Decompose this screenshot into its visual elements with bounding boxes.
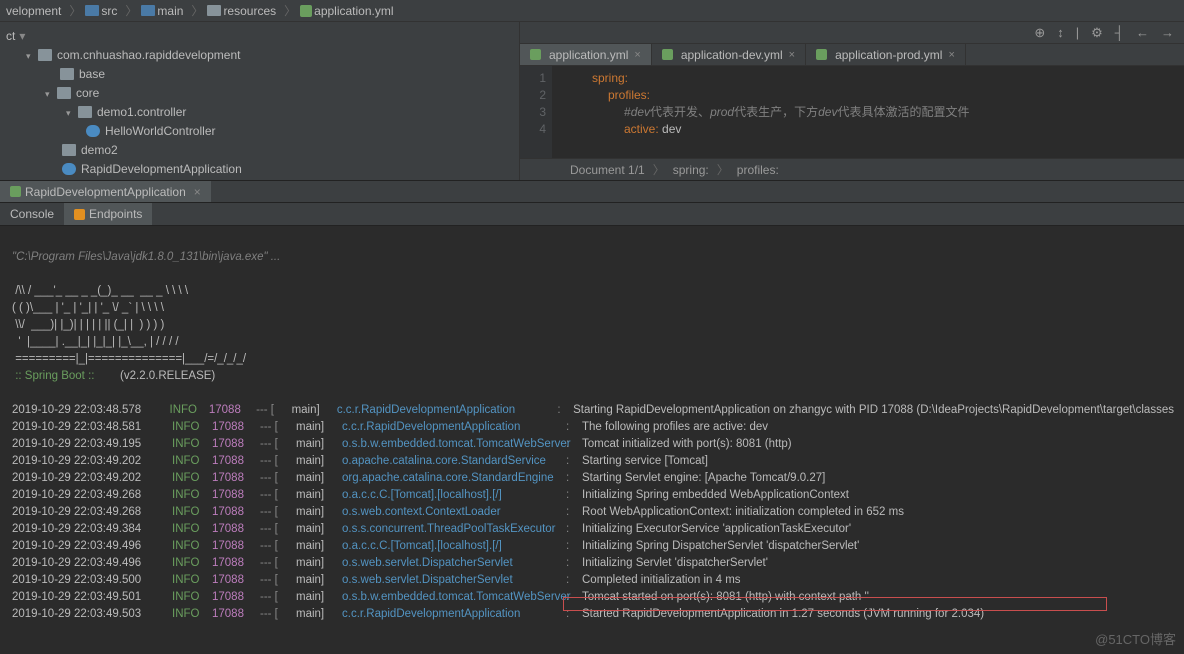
- bc-item[interactable]: src: [85, 4, 119, 18]
- chevron-down-icon[interactable]: ▾: [66, 108, 74, 116]
- close-icon[interactable]: ×: [634, 49, 640, 61]
- folder-icon: [85, 5, 99, 16]
- log-line: 2019-10-29 22:03:49.202INFO17088--- [mai…: [12, 453, 1174, 470]
- tree-item[interactable]: demo2: [81, 143, 118, 157]
- editor-tabs: application.yml× application-dev.yml× ap…: [520, 44, 1184, 66]
- code-lines[interactable]: spring: profiles: #dev代表开发、prod代表生产，下方de…: [552, 66, 969, 158]
- yml-icon: [300, 5, 312, 17]
- watermark: @51CTO博客: [1095, 629, 1176, 648]
- editor-area: ⊕ ↕ | ⚙ ┤ ← → application.yml× applicati…: [520, 22, 1184, 180]
- tree-item[interactable]: demo1.controller: [97, 105, 186, 119]
- gear-icon[interactable]: ⚙: [1091, 25, 1103, 41]
- breadcrumb: velopment〉 src〉 main〉 resources〉 applica…: [0, 0, 1184, 22]
- package-icon: [57, 87, 71, 99]
- ascii-art: /\\ / ___'_ __ _ _(_)_ __ __ _ \ \ \ \: [12, 285, 188, 297]
- tree-item[interactable]: RapidDevelopmentApplication: [81, 162, 242, 176]
- tree-item[interactable]: com.cnhuashao.rapiddevelopment: [57, 48, 240, 62]
- chevron-down-icon[interactable]: ▾: [45, 89, 53, 97]
- log-line: 2019-10-29 22:03:49.268INFO17088--- [mai…: [12, 504, 1174, 521]
- package-icon: [78, 106, 92, 118]
- log-line: 2019-10-29 22:03:49.195INFO17088--- [mai…: [12, 436, 1174, 453]
- package-icon: [38, 49, 52, 61]
- log-line: 2019-10-29 22:03:49.500INFO17088--- [mai…: [12, 572, 1174, 589]
- chevron-down-icon[interactable]: ▾: [26, 51, 34, 59]
- focus-icon[interactable]: ⊕: [1034, 25, 1045, 41]
- yml-icon: [530, 49, 541, 60]
- run-tab-bar: RapidDevelopmentApplication×: [0, 180, 1184, 203]
- log-line: 2019-10-29 22:03:48.578INFO17088--- [mai…: [12, 402, 1174, 419]
- console-output[interactable]: "C:\Program Files\Java\jdk1.8.0_131\bin\…: [0, 226, 1184, 651]
- endpoints-icon: [74, 209, 85, 220]
- back-icon[interactable]: ←: [1136, 25, 1149, 40]
- tree-item[interactable]: core: [76, 86, 99, 100]
- folder-icon: [141, 5, 155, 16]
- bc-item[interactable]: velopment: [6, 4, 63, 18]
- log-line: 2019-10-29 22:03:49.496INFO17088--- [mai…: [12, 538, 1174, 555]
- log-line: 2019-10-29 22:03:49.384INFO17088--- [mai…: [12, 521, 1174, 538]
- close-icon[interactable]: ×: [789, 49, 795, 61]
- yml-icon: [662, 49, 673, 60]
- package-icon: [62, 144, 76, 156]
- editor-toolbar: ⊕ ↕ | ⚙ ┤ ← →: [520, 22, 1184, 44]
- log-line: 2019-10-29 22:03:49.268INFO17088--- [mai…: [12, 487, 1174, 504]
- bc-item[interactable]: resources: [207, 4, 278, 18]
- line-gutter: 1234: [520, 66, 552, 158]
- tree-item[interactable]: base: [79, 67, 105, 81]
- tab-console[interactable]: Console: [0, 203, 64, 225]
- class-icon: [62, 163, 76, 175]
- log-line: 2019-10-29 22:03:49.496INFO17088--- [mai…: [12, 555, 1174, 572]
- tab-application-dev-yml[interactable]: application-dev.yml×: [652, 44, 806, 65]
- sep-icon: |: [1076, 25, 1079, 40]
- folder-icon: [207, 5, 221, 16]
- tree-item[interactable]: HelloWorldController: [105, 124, 215, 138]
- tab-endpoints[interactable]: Endpoints: [64, 203, 152, 225]
- ct-label: ct: [6, 29, 15, 43]
- console-tabs: Console Endpoints: [0, 203, 1184, 226]
- close-icon[interactable]: ×: [948, 49, 954, 61]
- class-icon: [86, 125, 100, 137]
- project-tree[interactable]: ct ▾ ▾ com.cnhuashao.rapiddevelopment base…: [0, 22, 520, 180]
- log-line: 2019-10-29 22:03:49.202INFO17088--- [mai…: [12, 470, 1174, 487]
- expand-icon[interactable]: ↕: [1057, 25, 1064, 40]
- cmd-line: "C:\Program Files\Java\jdk1.8.0_131\bin\…: [12, 251, 280, 263]
- log-line: 2019-10-29 22:03:48.581INFO17088--- [mai…: [12, 419, 1174, 436]
- tab-application-yml[interactable]: application.yml×: [520, 44, 652, 65]
- code-editor[interactable]: 1234 spring: profiles: #dev代表开发、prod代表生产…: [520, 66, 1184, 158]
- code-breadcrumb: Document 1/1〉 spring:〉 profiles:: [520, 158, 1184, 180]
- tab-application-prod-yml[interactable]: application-prod.yml×: [806, 44, 966, 65]
- yml-icon: [816, 49, 827, 60]
- highlight-box: [563, 597, 1107, 611]
- bc-item[interactable]: application.yml: [300, 4, 395, 18]
- close-icon[interactable]: ×: [194, 185, 201, 199]
- spring-icon: [10, 186, 21, 197]
- sb-label: :: Spring Boot ::: [12, 370, 98, 382]
- dock-icon[interactable]: ┤: [1115, 25, 1124, 40]
- forward-icon[interactable]: →: [1161, 25, 1174, 40]
- run-tab[interactable]: RapidDevelopmentApplication×: [0, 181, 211, 202]
- package-icon: [60, 68, 74, 80]
- bc-item[interactable]: main: [141, 4, 185, 18]
